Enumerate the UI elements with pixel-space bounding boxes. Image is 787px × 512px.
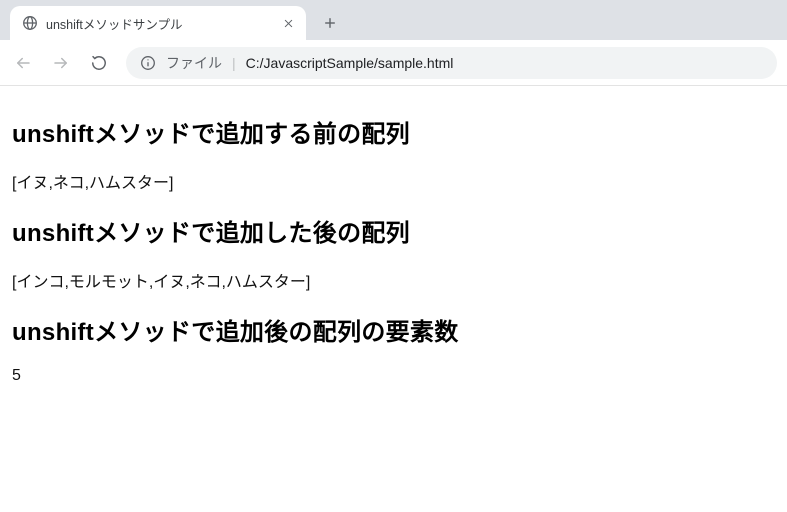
tab-close-button[interactable]: [280, 15, 296, 31]
reload-button[interactable]: [82, 46, 116, 80]
heading-after: unshiftメソッドで追加した後の配列: [12, 213, 775, 248]
heading-count: unshiftメソッドで追加後の配列の要素数: [12, 312, 775, 347]
address-bar[interactable]: ファイル | C:/JavascriptSample/sample.html: [126, 47, 777, 79]
new-tab-button[interactable]: [316, 9, 344, 37]
url-prefix: ファイル: [166, 53, 222, 73]
info-icon: [140, 55, 156, 71]
array-after: [インコ,モルモット,イヌ,ネコ,ハムスター]: [12, 268, 775, 292]
globe-icon: [22, 15, 38, 31]
url-separator: |: [232, 55, 236, 71]
back-button[interactable]: [6, 46, 40, 80]
tabstrip: unshiftメソッドサンプル: [0, 0, 787, 40]
browser-tab[interactable]: unshiftメソッドサンプル: [10, 6, 306, 40]
forward-button[interactable]: [44, 46, 78, 80]
page-content: unshiftメソッドで追加する前の配列 [イヌ,ネコ,ハムスター] unshi…: [0, 86, 787, 411]
browser-chrome: unshiftメソッドサンプル: [0, 0, 787, 86]
count-value: 5: [12, 367, 775, 385]
heading-before: unshiftメソッドで追加する前の配列: [12, 114, 775, 149]
browser-toolbar: ファイル | C:/JavascriptSample/sample.html: [0, 40, 787, 86]
tab-title: unshiftメソッドサンプル: [46, 14, 280, 33]
url-text: C:/JavascriptSample/sample.html: [246, 55, 454, 71]
array-before: [イヌ,ネコ,ハムスター]: [12, 169, 775, 193]
